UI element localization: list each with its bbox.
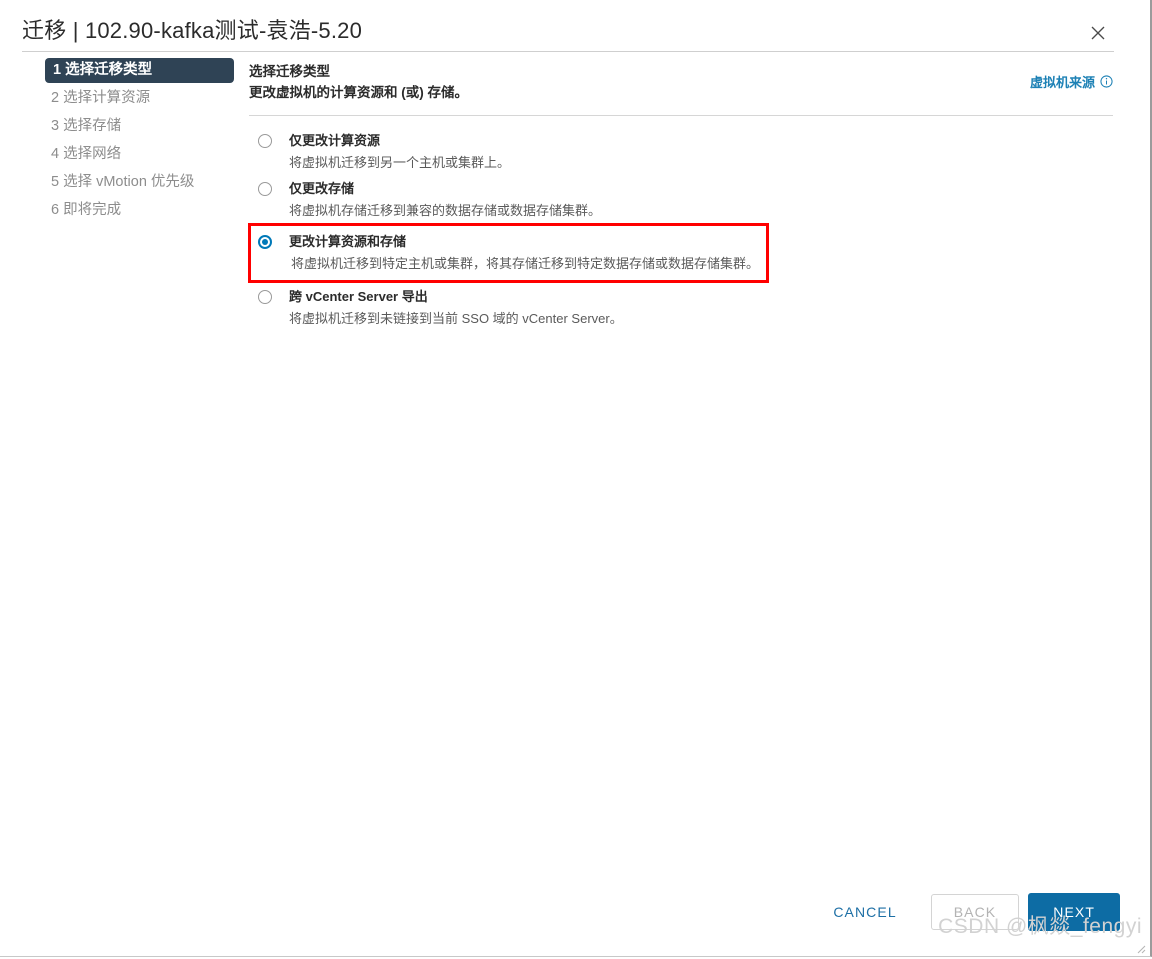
migration-type-radio-group: 仅更改计算资源 将虚拟机迁移到另一个主机或集群上。 仅更改存储 将虚拟机存储迁移… <box>248 127 1114 331</box>
panel-title: 选择迁移类型 <box>249 64 330 79</box>
wizard-footer: CANCEL BACK NEXT <box>0 892 1131 932</box>
sidebar-step-6-label: 即将完成 <box>63 202 122 218</box>
option-compute-only[interactable]: 仅更改计算资源 将虚拟机迁移到另一个主机或集群上。 <box>249 127 1114 175</box>
radio-compute-and-storage[interactable] <box>258 235 272 249</box>
sidebar-step-1[interactable]: 1 选择迁移类型 <box>45 58 234 83</box>
radio-cross-vcenter-export[interactable] <box>258 290 272 304</box>
option-storage-only-head: 仅更改存储 <box>249 180 1114 197</box>
option-storage-only-label: 仅更改存储 <box>289 181 355 196</box>
option-compute-and-storage-head: 更改计算资源和存储 <box>251 233 766 250</box>
sidebar-step-6[interactable]: 6 即将完成 <box>45 198 240 223</box>
radio-compute-only[interactable] <box>258 134 272 148</box>
option-storage-only[interactable]: 仅更改存储 将虚拟机存储迁移到兼容的数据存储或数据存储集群。 <box>249 175 1114 223</box>
info-circle-icon <box>1100 75 1113 88</box>
option-cross-vcenter-export[interactable]: 跨 vCenter Server 导出 将虚拟机迁移到未链接到当前 SSO 域的… <box>249 283 1114 331</box>
sidebar-step-2[interactable]: 2 选择计算资源 <box>45 86 240 111</box>
option-compute-only-head: 仅更改计算资源 <box>249 132 1114 149</box>
option-compute-only-label: 仅更改计算资源 <box>289 133 381 148</box>
sidebar-step-1-number: 1 <box>53 62 62 78</box>
sidebar-step-3-label: 选择存储 <box>63 118 122 134</box>
sidebar-step-4[interactable]: 4 选择网络 <box>45 142 240 167</box>
option-cross-vcenter-export-label: 跨 vCenter Server 导出 <box>289 289 428 304</box>
sidebar-step-2-number: 2 <box>51 90 60 106</box>
vm-source-link[interactable]: 虚拟机来源 <box>1030 72 1113 91</box>
sidebar-step-1-label: 选择迁移类型 <box>65 62 153 78</box>
sidebar-step-2-label: 选择计算资源 <box>63 90 151 106</box>
option-cross-vcenter-export-head: 跨 vCenter Server 导出 <box>249 288 1114 305</box>
option-compute-and-storage-desc: 将虚拟机迁移到特定主机或集群，将其存储迁移到特定数据存储或数据存储集群。 <box>291 256 760 271</box>
migration-wizard-dialog: 迁移 | 102.90-kafka测试-袁浩-5.20 1 选择迁移类型 2 选择计… <box>0 0 1152 957</box>
wizard-main-panel: 选择迁移类型 更改虚拟机的计算资源和 (或) 存储。 虚拟机来源 仅更改计算资源 <box>248 62 1114 331</box>
cancel-button[interactable]: CANCEL <box>819 896 910 928</box>
page-title: 迁移 | 102.90-kafka测试-袁浩-5.20 <box>22 18 363 43</box>
option-storage-only-desc: 将虚拟机存储迁移到兼容的数据存储或数据存储集群。 <box>289 203 602 218</box>
sidebar-step-5-label: 选择 vMotion 优先级 <box>63 174 195 190</box>
option-compute-and-storage-label: 更改计算资源和存储 <box>289 234 407 249</box>
vm-source-link-label: 虚拟机来源 <box>1029 75 1095 90</box>
title-divider <box>22 51 1114 52</box>
sidebar-step-3[interactable]: 3 选择存储 <box>45 114 240 139</box>
title-bar: 迁移 | 102.90-kafka测试-袁浩-5.20 <box>0 0 1146 52</box>
sidebar-step-4-label: 选择网络 <box>63 146 122 162</box>
option-cross-vcenter-export-desc: 将虚拟机迁移到未链接到当前 SSO 域的 vCenter Server。 <box>289 311 623 326</box>
panel-divider <box>249 115 1113 116</box>
sidebar-step-4-number: 4 <box>51 146 60 162</box>
panel-subtitle: 更改虚拟机的计算资源和 (或) 存储。 <box>249 85 468 100</box>
back-button: BACK <box>930 894 1020 930</box>
option-compute-only-desc: 将虚拟机迁移到另一个主机或集群上。 <box>289 155 511 170</box>
radio-storage-only[interactable] <box>258 182 272 196</box>
sidebar-step-5-number: 5 <box>51 174 60 190</box>
resize-grip-icon[interactable] <box>1134 941 1146 954</box>
next-button[interactable]: NEXT <box>1028 893 1120 931</box>
option-compute-and-storage[interactable]: 更改计算资源和存储 将虚拟机迁移到特定主机或集群，将其存储迁移到特定数据存储或数… <box>248 223 769 283</box>
close-icon[interactable] <box>1086 21 1110 45</box>
sidebar-step-6-number: 6 <box>51 202 60 218</box>
wizard-step-sidebar: 1 选择迁移类型 2 选择计算资源 3 选择存储 4 选择网络 5 选择 vMotion … <box>0 58 240 223</box>
sidebar-step-5[interactable]: 5 选择 vMotion 优先级 <box>45 170 240 195</box>
sidebar-step-3-number: 3 <box>51 118 60 134</box>
